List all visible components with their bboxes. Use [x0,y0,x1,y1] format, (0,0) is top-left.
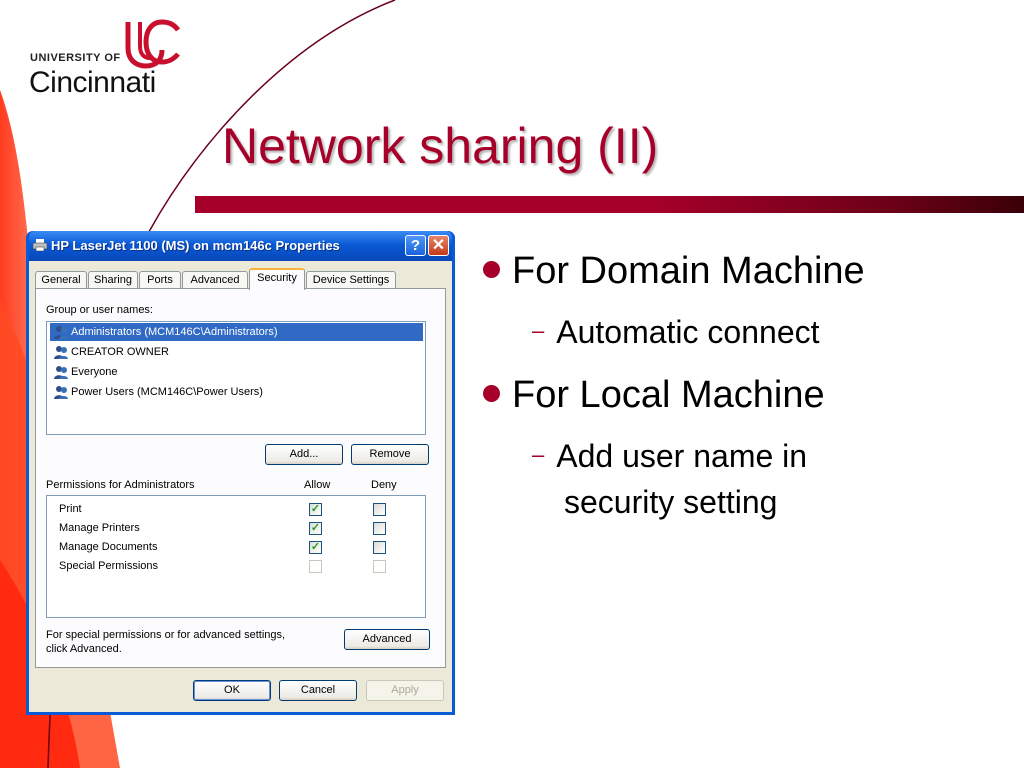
group-names-label: Group or user names: [46,304,153,316]
sub-bullet-item: – Add user name in [532,434,807,478]
ok-button[interactable]: OK [193,680,271,701]
bullet-item: For Local Machine [480,374,825,417]
deny-checkbox[interactable] [373,522,386,535]
allow-checkbox [309,560,322,573]
permission-name: Manage Printers [59,522,140,534]
allow-checkbox[interactable]: ✓ [309,541,322,554]
apply-button: Apply [366,680,444,701]
title-underline-bar [195,196,1024,213]
permission-name: Manage Documents [59,541,158,553]
deny-header: Deny [371,479,397,491]
close-button[interactable]: ✕ [428,235,449,256]
add-button[interactable]: Add... [265,444,343,465]
advanced-button[interactable]: Advanced [344,629,430,650]
dialog-titlebar[interactable]: HP LaserJet 1100 (MS) on mcm146c Propert… [29,231,452,261]
tab-general[interactable]: General [35,271,87,289]
bullet-text: For Local Machine [512,374,825,416]
user-group-icon [54,386,68,400]
security-panel: Group or user names: Administrators (MCM… [35,288,446,668]
special-note-line-2: click Advanced. [46,643,122,655]
bullet-item: For Domain Machine [480,250,865,293]
slide-title: Network sharing (II) [222,118,659,174]
deny-checkbox[interactable] [373,541,386,554]
sub-bullet-item: security setting [564,480,777,524]
dialog-client-area: General Sharing Ports Advanced Security … [29,261,452,712]
permission-name: Print [59,503,82,515]
logo-line-2: Cincinnati [29,66,156,99]
permission-row: Print ✓ [59,500,419,518]
printer-icon [33,239,47,251]
remove-button[interactable]: Remove [351,444,429,465]
user-name: CREATOR OWNER [71,346,169,358]
bullet-text: For Domain Machine [512,250,865,292]
dash-icon: – [532,441,545,467]
permission-row: Manage Printers ✓ [59,519,419,537]
deny-checkbox[interactable] [373,503,386,516]
user-group-icon [54,366,68,380]
list-item[interactable]: Power Users (MCM146C\Power Users) [53,383,263,401]
permission-name: Special Permissions [59,560,159,572]
user-name: Administrators (MCM146C\Administrators) [71,326,278,338]
user-name: Power Users (MCM146C\Power Users) [71,386,263,398]
dialog-title: HP LaserJet 1100 (MS) on mcm146c Propert… [51,238,340,253]
dash-icon: – [532,317,545,343]
list-item[interactable]: Everyone [53,363,117,381]
user-list[interactable]: Administrators (MCM146C\Administrators) … [46,321,426,435]
tab-security[interactable]: Security [249,268,305,290]
permission-row: Special Permissions [59,557,419,575]
bullet-dot-icon [483,261,500,279]
special-note-line-1: For special permissions or for advanced … [46,629,286,641]
sub-bullet-text: security setting [564,484,778,520]
user-group-icon [54,326,68,340]
deny-checkbox [373,560,386,573]
user-group-icon [54,346,68,360]
sub-bullet-item: – Automatic connect [532,310,820,354]
tab-device-settings[interactable]: Device Settings [306,271,396,289]
uc-mark-icon [125,19,181,69]
cancel-button[interactable]: Cancel [279,680,357,701]
list-item[interactable]: Administrators (MCM146C\Administrators) [50,323,423,341]
sub-bullet-text: Add user name in [556,438,808,474]
properties-dialog: HP LaserJet 1100 (MS) on mcm146c Propert… [26,231,455,715]
allow-checkbox[interactable]: ✓ [309,522,322,535]
logo-line-1: UNIVERSITY OF [30,52,121,64]
help-button[interactable]: ? [405,235,426,256]
list-item[interactable]: CREATOR OWNER [53,343,169,361]
allow-header: Allow [304,479,331,491]
sub-bullet-text: Automatic connect [556,314,820,350]
bullet-dot-icon [483,385,500,403]
user-name: Everyone [71,366,118,378]
tab-sharing[interactable]: Sharing [88,271,138,289]
tab-advanced[interactable]: Advanced [182,271,248,289]
tab-ports[interactable]: Ports [139,271,181,289]
permissions-list: Print ✓ Manage Printers ✓ Manage Documen… [46,495,426,618]
permission-row: Manage Documents ✓ [59,538,419,556]
allow-checkbox[interactable]: ✓ [309,503,322,516]
permissions-label: Permissions for Administrators [46,479,195,491]
